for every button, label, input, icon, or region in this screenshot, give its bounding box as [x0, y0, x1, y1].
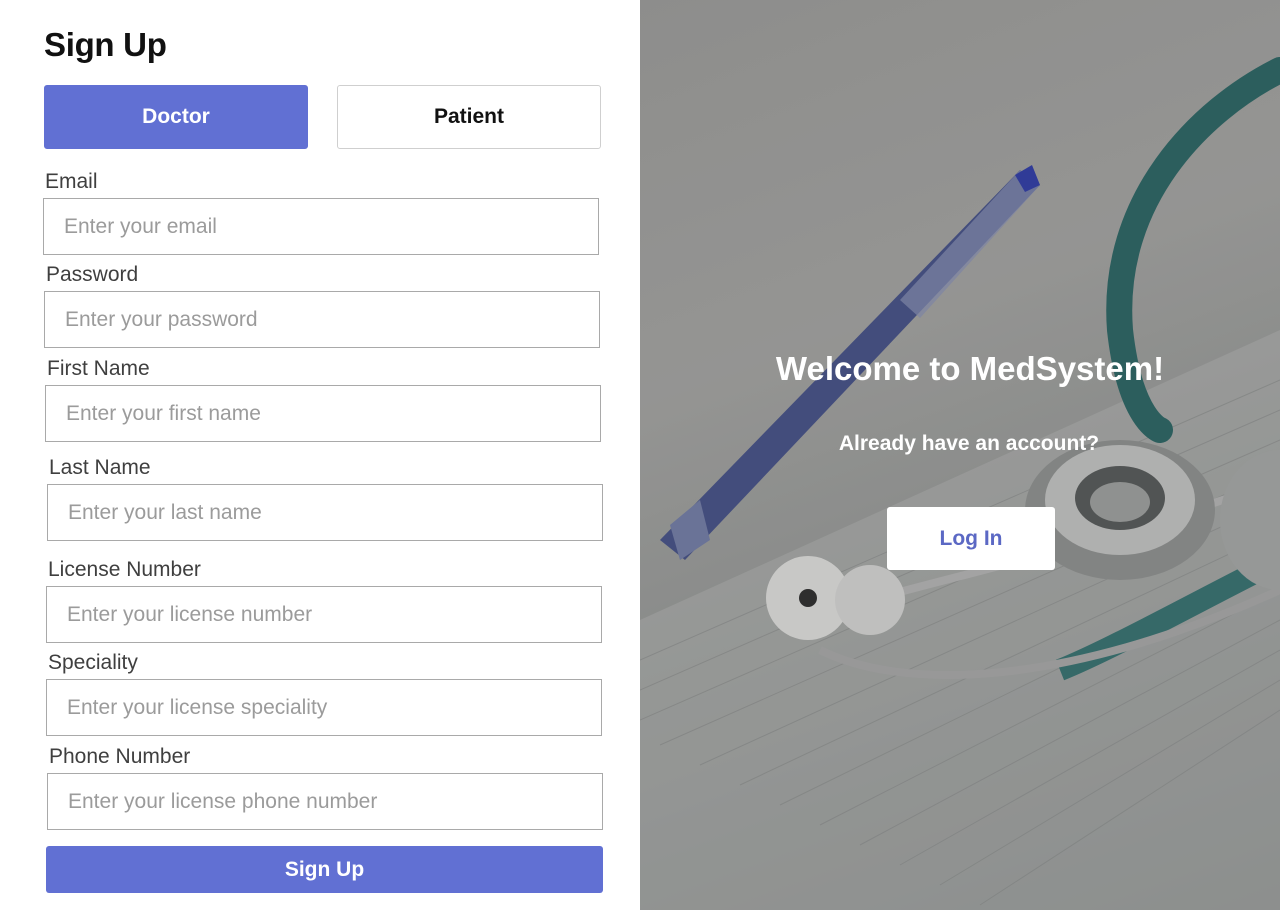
already-have-account-text: Already have an account?	[838, 432, 1100, 455]
license-number-label: License Number	[48, 558, 201, 581]
log-in-button[interactable]: Log In	[887, 507, 1055, 570]
welcome-panel: Welcome to MedSystem! Already have an ac…	[640, 0, 1280, 910]
first-name-label: First Name	[47, 357, 150, 380]
first-name-field[interactable]	[45, 385, 601, 442]
phone-number-field[interactable]	[47, 773, 603, 830]
welcome-heading: Welcome to MedSystem!	[775, 350, 1165, 387]
page-title: Sign Up	[44, 26, 167, 63]
speciality-label: Speciality	[48, 651, 138, 674]
patient-role-button[interactable]: Patient	[337, 85, 601, 149]
email-label: Email	[45, 170, 98, 193]
speciality-field[interactable]	[46, 679, 602, 736]
sign-up-button[interactable]: Sign Up	[46, 846, 603, 893]
doctor-role-button[interactable]: Doctor	[44, 85, 308, 149]
last-name-label: Last Name	[49, 456, 151, 479]
password-field[interactable]	[44, 291, 600, 348]
last-name-field[interactable]	[47, 484, 603, 541]
email-field[interactable]	[43, 198, 599, 255]
license-number-field[interactable]	[46, 586, 602, 643]
signup-panel: Sign Up Doctor Patient Email Password Fi…	[0, 0, 640, 910]
password-label: Password	[46, 263, 139, 286]
phone-number-label: Phone Number	[49, 745, 191, 768]
